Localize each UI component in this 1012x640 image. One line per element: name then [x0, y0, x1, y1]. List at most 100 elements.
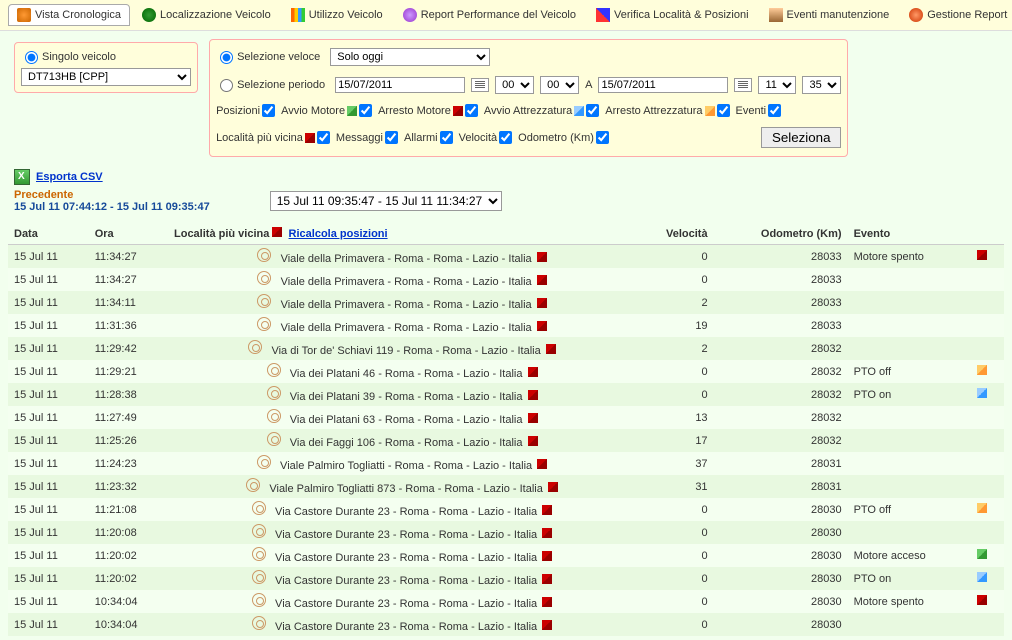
target-icon[interactable] [252, 570, 266, 584]
table-row[interactable]: 15 Jul 1111:34:11 Viale della Primavera … [8, 291, 1004, 314]
event-flag-icon [977, 549, 987, 559]
tab-localizzazione-veicolo[interactable]: Localizzazione Veicolo [134, 4, 279, 26]
flag-icon [528, 367, 538, 377]
chk-velocita[interactable]: Velocità [459, 131, 513, 144]
export-csv-link[interactable]: Esporta CSV [36, 171, 103, 183]
col-velocita: Velocità [636, 223, 713, 245]
flag-icon [537, 252, 547, 262]
table-row[interactable]: 15 Jul 1111:34:27 Viale della Primavera … [8, 268, 1004, 291]
tab-icon [291, 8, 305, 22]
table-row[interactable]: 15 Jul 1110:34:04 Via Castore Durante 23… [8, 613, 1004, 636]
chk-avvio-attrezzatura[interactable]: Avvio Attrezzatura [484, 104, 599, 117]
min-from[interactable]: 00 [540, 76, 579, 94]
col-odometro: Odometro (Km) [714, 223, 848, 245]
table-row[interactable]: 15 Jul 1111:29:42 Via di Tor de' Schiavi… [8, 337, 1004, 360]
table-row[interactable]: 15 Jul 1110:34:04 Via Castore Durante 23… [8, 590, 1004, 613]
flag-icon [528, 390, 538, 400]
export-row: Esporta CSV [0, 165, 1012, 189]
single-vehicle-radio-input[interactable] [25, 51, 38, 64]
event-flag-icon [977, 250, 987, 260]
target-icon[interactable] [257, 248, 271, 262]
tab-utilizzo-veicolo[interactable]: Utilizzo Veicolo [283, 4, 391, 26]
chk-arresto-attrezzatura[interactable]: Arresto Attrezzatura [605, 104, 729, 117]
event-flag-icon [977, 388, 987, 398]
table-row[interactable]: 15 Jul 1111:20:02 Via Castore Durante 23… [8, 544, 1004, 567]
flag-icon [546, 344, 556, 354]
tab-icon [403, 8, 417, 22]
flag-icon [542, 574, 552, 584]
period-select-radio[interactable]: Selezione periodo [216, 77, 329, 94]
table-row[interactable]: 15 Jul 1111:23:32 Viale Palmiro Togliatt… [8, 475, 1004, 498]
flag-icon [542, 597, 552, 607]
date-filter-box: Selezione veloce Solo oggi Selezione per… [209, 39, 848, 157]
tab-icon [769, 8, 783, 22]
col-localita: Località più vicina Ricalcola posizioni [168, 223, 636, 245]
tab-icon [596, 8, 610, 22]
table-row[interactable]: 15 Jul 1111:24:23 Viale Palmiro Togliatt… [8, 452, 1004, 475]
date-to[interactable] [598, 77, 728, 93]
chk-odometro[interactable]: Odometro (Km) [518, 131, 609, 144]
target-icon[interactable] [267, 409, 281, 423]
target-icon[interactable] [248, 340, 262, 354]
chk-localita[interactable]: Località più vicina [216, 131, 330, 144]
target-icon[interactable] [252, 547, 266, 561]
flag-icon [542, 528, 552, 538]
tab-eventi-manutenzione[interactable]: Eventi manutenzione [761, 4, 898, 26]
seleziona-button[interactable]: Seleziona [761, 127, 842, 148]
target-icon[interactable] [252, 593, 266, 607]
event-flag-icon [977, 365, 987, 375]
target-icon[interactable] [257, 317, 271, 331]
target-icon[interactable] [252, 501, 266, 515]
target-icon[interactable] [267, 386, 281, 400]
data-table: Data Ora Località più vicina Ricalcola p… [8, 223, 1004, 636]
table-row[interactable]: 15 Jul 1111:29:21 Via dei Platani 46 - R… [8, 360, 1004, 383]
col-data: Data [8, 223, 89, 245]
flag-icon [528, 436, 538, 446]
target-icon[interactable] [252, 616, 266, 630]
chk-allarmi[interactable]: Allarmi [404, 131, 453, 144]
tab-verifica-localit-posizioni[interactable]: Verifica Località & Posizioni [588, 4, 757, 26]
tab-report-performance-del-veicolo[interactable]: Report Performance del Veicolo [395, 4, 584, 26]
target-icon[interactable] [252, 524, 266, 538]
chk-messaggi[interactable]: Messaggi [336, 131, 398, 144]
hour-to[interactable]: 11 [758, 76, 796, 94]
tab-gestione-report[interactable]: Gestione Report [901, 4, 1012, 26]
vehicle-select[interactable]: DT713HB [CPP] [21, 68, 191, 86]
chk-eventi[interactable]: Eventi [736, 104, 782, 117]
calendar-icon[interactable] [471, 78, 489, 92]
target-icon[interactable] [267, 363, 281, 377]
range-select[interactable]: 15 Jul 11 09:35:47 - 15 Jul 11 11:34:27 [270, 191, 502, 211]
table-row[interactable]: 15 Jul 1111:31:36 Viale della Primavera … [8, 314, 1004, 337]
quick-select[interactable]: Solo oggi [330, 48, 490, 66]
chk-arresto-motore[interactable]: Arresto Motore [378, 104, 478, 117]
target-icon[interactable] [257, 271, 271, 285]
precedente-range: 15 Jul 11 07:44:12 - 15 Jul 11 09:35:47 [14, 201, 210, 213]
chk-posizioni[interactable]: Posizioni [216, 104, 275, 117]
target-icon[interactable] [257, 294, 271, 308]
tab-vista-cronologica[interactable]: Vista Cronologica [8, 4, 130, 26]
chk-avvio-motore[interactable]: Avvio Motore [281, 104, 372, 117]
ricalcola-link[interactable]: Ricalcola posizioni [289, 228, 388, 240]
table-row[interactable]: 15 Jul 1111:21:08 Via Castore Durante 23… [8, 498, 1004, 521]
single-vehicle-radio[interactable]: Singolo veicolo [21, 49, 191, 66]
target-icon[interactable] [246, 478, 260, 492]
table-row[interactable]: 15 Jul 1111:28:38 Via dei Platani 39 - R… [8, 383, 1004, 406]
min-to[interactable]: 35 [802, 76, 841, 94]
calendar-icon[interactable] [734, 78, 752, 92]
target-icon[interactable] [267, 432, 281, 446]
single-vehicle-label: Singolo veicolo [42, 51, 116, 63]
table-row[interactable]: 15 Jul 1111:25:26 Via dei Faggi 106 - Ro… [8, 429, 1004, 452]
table-row[interactable]: 15 Jul 1111:20:02 Via Castore Durante 23… [8, 567, 1004, 590]
precedente-label[interactable]: Precedente [14, 189, 210, 201]
event-flag-icon [977, 503, 987, 513]
tab-icon [909, 8, 923, 22]
table-row[interactable]: 15 Jul 1111:20:08 Via Castore Durante 23… [8, 521, 1004, 544]
hour-from[interactable]: 00 [495, 76, 534, 94]
excel-icon [14, 169, 30, 185]
table-row[interactable]: 15 Jul 1111:27:49 Via dei Platani 63 - R… [8, 406, 1004, 429]
date-from[interactable] [335, 77, 465, 93]
table-row[interactable]: 15 Jul 1111:34:27 Viale della Primavera … [8, 245, 1004, 269]
flag-icon [272, 227, 282, 237]
quick-select-radio[interactable]: Selezione veloce [216, 49, 324, 66]
target-icon[interactable] [257, 455, 271, 469]
